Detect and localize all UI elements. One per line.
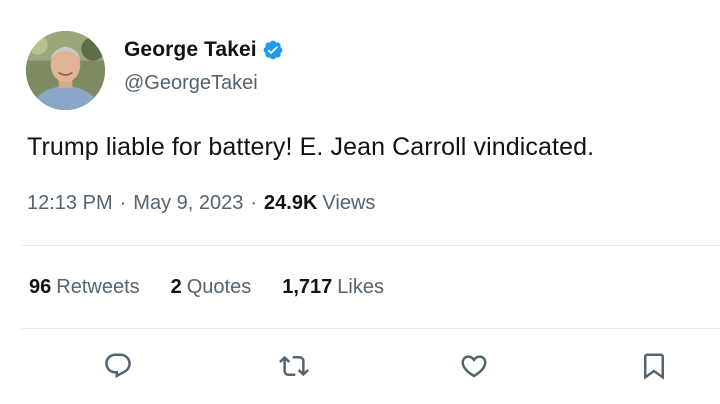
reply-icon (105, 353, 131, 379)
meta-separator: · (250, 192, 258, 214)
tweet-card: George Takei @GeorgeTakei Trump liable f… (0, 0, 720, 404)
retweet-icon (279, 355, 309, 377)
avatar-photo (26, 31, 105, 110)
tweet-text: Trump liable for battery! E. Jean Carrol… (27, 133, 595, 161)
likes-count: 1,717 (282, 276, 333, 298)
quotes-stat[interactable]: 2 Quotes (171, 276, 252, 299)
retweet-button[interactable] (277, 349, 311, 383)
tweet-time[interactable]: 12:13 PM (27, 192, 113, 215)
retweets-count: 96 (29, 276, 52, 298)
author-handle[interactable]: @GeorgeTakei (124, 72, 258, 95)
retweets-label: Retweets (56, 276, 140, 298)
retweets-stat[interactable]: 96 Retweets (29, 276, 140, 299)
tweet-date[interactable]: May 9, 2023 (133, 192, 243, 215)
quotes-label: Quotes (186, 276, 252, 298)
bookmark-button[interactable] (637, 349, 671, 383)
views-count: 24.9K (264, 192, 318, 214)
reply-button[interactable] (101, 349, 135, 383)
likes-label: Likes (337, 276, 384, 298)
views-label: Views (322, 192, 376, 214)
quotes-count: 2 (170, 276, 182, 298)
bookmark-icon (644, 353, 664, 380)
verified-badge-icon (262, 39, 284, 61)
engagement-stats: 96 Retweets 2 Quotes 1,717 Likes (29, 276, 415, 299)
divider (22, 245, 720, 246)
meta-separator: · (119, 192, 127, 214)
action-bar (0, 349, 720, 389)
author-name-row: George Takei (124, 38, 284, 62)
likes-stat[interactable]: 1,717 Likes (282, 276, 384, 299)
author-display-name[interactable]: George Takei (124, 38, 257, 62)
divider (22, 328, 720, 329)
heart-icon (461, 355, 487, 378)
avatar[interactable] (26, 31, 105, 110)
like-button[interactable] (457, 349, 491, 383)
tweet-meta: 12:13 PM · May 9, 2023 · 24.9K Views (27, 192, 375, 215)
